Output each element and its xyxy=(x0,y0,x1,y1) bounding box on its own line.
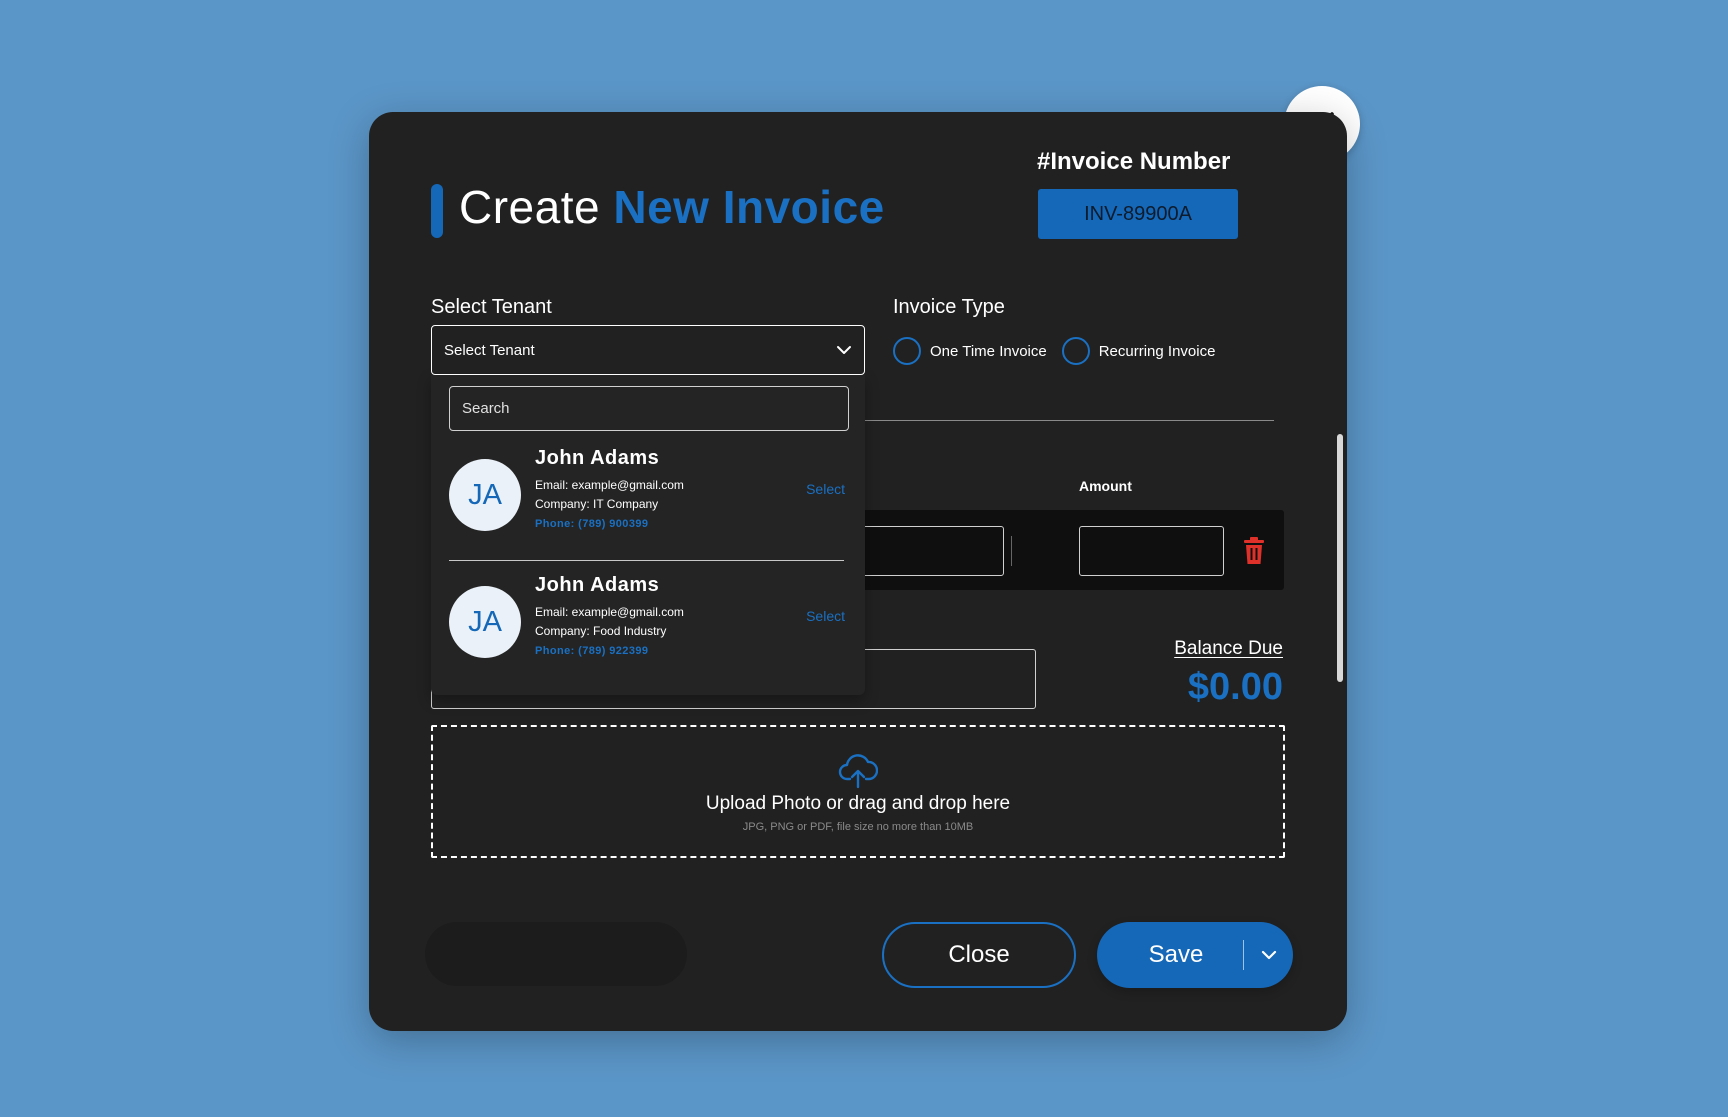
amount-column-header: Amount xyxy=(1079,478,1132,494)
tenant-name: John Adams xyxy=(535,574,660,596)
tenant-option[interactable]: JA John Adams Email: example@gmail.com C… xyxy=(449,447,849,547)
modal-scrollbar[interactable] xyxy=(1337,434,1343,682)
tenant-select-link[interactable]: Select xyxy=(806,608,845,624)
title-accent: New Invoice xyxy=(613,181,885,233)
radio-label: Recurring Invoice xyxy=(1098,342,1216,360)
cloud-upload-icon xyxy=(838,753,878,788)
tenant-name: John Adams xyxy=(535,447,660,469)
tenant-select-link[interactable]: Select xyxy=(806,481,845,497)
tenant-select-value: Select Tenant xyxy=(444,341,535,359)
upload-subtitle: JPG, PNG or PDF, file size no more than … xyxy=(742,820,974,833)
save-split-button: Save xyxy=(1097,922,1293,988)
close-button[interactable]: Close xyxy=(882,922,1076,988)
avatar: JA xyxy=(449,586,521,658)
invoice-type-radio-group: One Time Invoice Recurring Invoice xyxy=(893,337,1230,365)
tenant-email: Email: example@gmail.com xyxy=(535,605,684,619)
tenant-phone: Phone: (789) 900399 xyxy=(535,518,649,530)
invoice-number-label: #Invoice Number xyxy=(1037,148,1231,175)
create-invoice-modal: Create New Invoice #Invoice Number INV-8… xyxy=(369,112,1347,1031)
balance-due-label: Balance Due xyxy=(1174,638,1283,659)
disabled-button xyxy=(425,922,687,986)
upload-dropzone[interactable]: Upload Photo or drag and drop here JPG, … xyxy=(431,725,1285,858)
radio-recurring-invoice[interactable]: Recurring Invoice xyxy=(1061,337,1216,365)
tenant-select[interactable]: Select Tenant xyxy=(431,325,865,375)
radio-one-time-invoice[interactable]: One Time Invoice xyxy=(893,337,1047,365)
radio-label: One Time Invoice xyxy=(930,342,1047,360)
line-item-amount-input[interactable] xyxy=(1079,526,1224,576)
title-accent-bar xyxy=(431,184,443,238)
save-button[interactable]: Save xyxy=(1097,941,1243,969)
tenant-company: Company: Food Industry xyxy=(535,624,667,638)
tenant-label: Select Tenant xyxy=(431,296,552,318)
tenant-email: Email: example@gmail.com xyxy=(535,478,684,492)
upload-title: Upload Photo or drag and drop here xyxy=(705,792,1011,814)
tenant-phone: Phone: (789) 922399 xyxy=(535,645,649,657)
chevron-down-icon xyxy=(1261,950,1276,960)
invoice-type-label: Invoice Type xyxy=(893,296,1005,318)
field-separator xyxy=(1011,536,1012,566)
page-title: Create New Invoice xyxy=(459,180,885,234)
balance-due-value: $0.00 xyxy=(1187,666,1283,708)
radio-circle[interactable] xyxy=(1061,337,1090,365)
title-plain: Create xyxy=(459,181,601,233)
invoice-number-badge: INV-89900A xyxy=(1038,189,1238,239)
save-options-button[interactable] xyxy=(1244,950,1293,960)
trash-icon[interactable] xyxy=(1242,537,1266,565)
tenant-dropdown-panel: JA John Adams Email: example@gmail.com C… xyxy=(431,375,865,695)
radio-circle[interactable] xyxy=(893,337,921,365)
tenant-divider xyxy=(449,560,844,561)
section-divider xyxy=(859,420,1274,421)
avatar: JA xyxy=(449,459,521,531)
tenant-option[interactable]: JA John Adams Email: example@gmail.com C… xyxy=(449,574,849,674)
tenant-company: Company: IT Company xyxy=(535,497,659,511)
tenant-search-input[interactable] xyxy=(449,386,849,431)
chevron-down-icon xyxy=(837,346,851,354)
